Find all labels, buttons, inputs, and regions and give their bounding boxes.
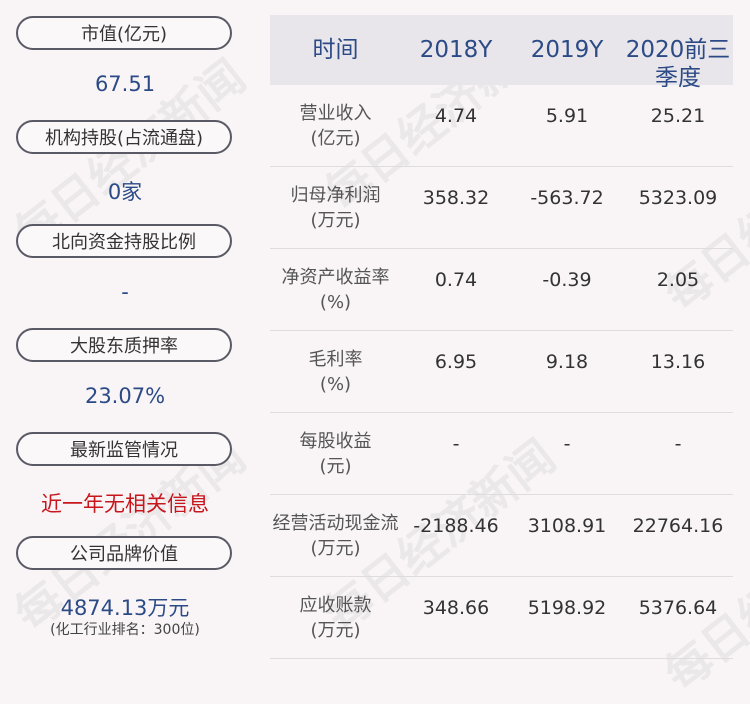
cell-2020: -: [674, 433, 682, 455]
cell-2018: 4.74: [434, 105, 478, 127]
market-cap-value: 67.51: [94, 72, 156, 96]
cell-2018: -2188.46: [413, 515, 499, 537]
cell-2020: 25.21: [650, 105, 706, 127]
row-label: 净资产收益率 (%): [281, 267, 390, 313]
cell-2019: -0.39: [542, 269, 592, 291]
pledge-ratio-value: 23.07%: [84, 384, 166, 408]
table-row: 应收账款 (万元) 348.66 5198.92 5376.64: [270, 577, 733, 659]
regulation-value: 近一年无相关信息: [41, 492, 209, 516]
cell-2018: 358.32: [422, 187, 490, 209]
cell-2019: -563.72: [530, 187, 604, 209]
table-row: 经营活动现金流 (万元) -2188.46 3108.91 22764.16: [270, 495, 733, 577]
row-label: 应收账款 (万元): [299, 595, 372, 641]
header-time: 时间: [312, 37, 359, 63]
cell-2019: 5.91: [545, 105, 589, 127]
row-label: 经营活动现金流 (万元): [272, 513, 399, 559]
table-header: 时间 2018Y 2019Y 2020前三季度: [270, 15, 733, 91]
brand-value-value: 4874.13万元: [60, 596, 190, 620]
cell-2018: -: [452, 433, 460, 455]
cell-2020: 13.16: [650, 351, 706, 373]
northbound-ratio-value: -: [121, 280, 129, 304]
row-label: 毛利率 (%): [308, 349, 363, 395]
header-2020: 2020前三季度: [625, 37, 731, 91]
cell-2018: 348.66: [422, 597, 490, 619]
table-row: 毛利率 (%) 6.95 9.18 13.16: [270, 331, 733, 413]
table-row: 净资产收益率 (%) 0.74 -0.39 2.05: [270, 249, 733, 331]
cell-2020: 22764.16: [632, 515, 724, 537]
pledge-ratio-label: 大股东质押率: [16, 328, 232, 362]
header-2019: 2019Y: [530, 37, 604, 63]
table-row: 归母净利润 (万元) 358.32 -563.72 5323.09: [270, 167, 733, 249]
row-label: 营业收入 (亿元): [299, 103, 372, 149]
stats-panel: 市值(亿元) 67.51 机构持股(占流通盘) 0家 北向资金持股比例 - 大股…: [0, 0, 250, 667]
cell-2020: 2.05: [656, 269, 700, 291]
cell-2019: 3108.91: [527, 515, 607, 537]
financial-table: 时间 2018Y 2019Y 2020前三季度 营业收入 (亿元) 4.74 5.…: [270, 15, 733, 659]
cell-2018: 0.74: [434, 269, 478, 291]
brand-rank-note: (化工行业排名：300位): [50, 622, 200, 638]
table-row: 每股收益 (元) - - -: [270, 413, 733, 495]
institution-holding-value: 0家: [107, 180, 143, 204]
cell-2019: 5198.92: [527, 597, 607, 619]
brand-value-label: 公司品牌价值: [16, 536, 232, 570]
table-row: 营业收入 (亿元) 4.74 5.91 25.21: [270, 85, 733, 167]
market-cap-label: 市值(亿元): [16, 16, 232, 50]
row-label: 归母净利润 (万元): [290, 185, 381, 231]
cell-2018: 6.95: [434, 351, 478, 373]
institution-holding-label: 机构持股(占流通盘): [16, 120, 232, 154]
northbound-ratio-label: 北向资金持股比例: [16, 224, 232, 258]
cell-2020: 5323.09: [638, 187, 718, 209]
cell-2020: 5376.64: [638, 597, 718, 619]
row-label: 每股收益 (元): [299, 431, 372, 477]
header-2018: 2018Y: [419, 37, 493, 63]
cell-2019: 9.18: [545, 351, 589, 373]
cell-2019: -: [563, 433, 571, 455]
regulation-label: 最新监管情况: [16, 432, 232, 466]
